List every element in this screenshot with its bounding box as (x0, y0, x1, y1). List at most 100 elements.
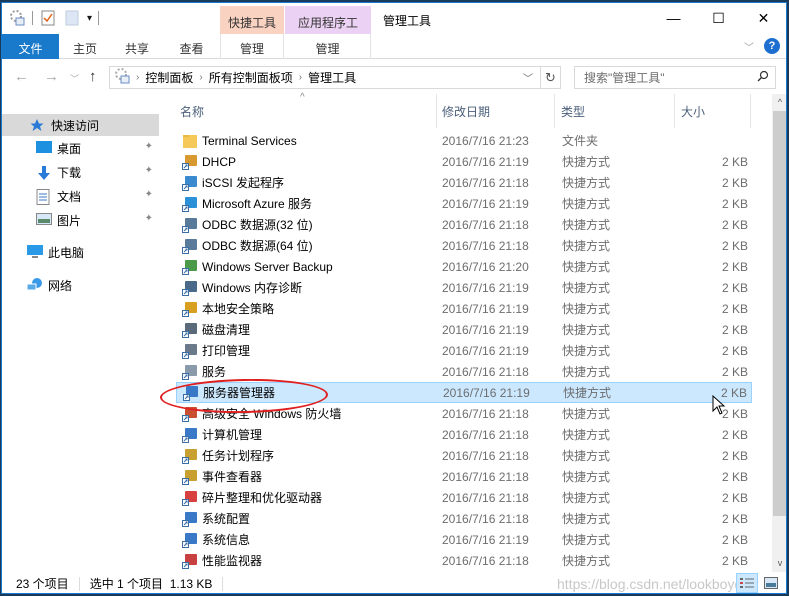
file-name: 高级安全 Windows 防火墙 (202, 407, 342, 421)
tab-view[interactable]: 查看 (163, 34, 220, 59)
file-size: 2 KB (721, 322, 748, 337)
breadcrumb-item[interactable]: 控制面板 (145, 69, 193, 86)
toolbar-divider (32, 11, 33, 25)
scroll-down-button[interactable]: v (772, 555, 786, 572)
large-icons-view-button[interactable] (760, 573, 782, 593)
properties-icon[interactable] (39, 9, 57, 27)
sidebar-item-network[interactable]: 网络 (2, 274, 159, 296)
details-view-button[interactable] (736, 573, 758, 593)
file-row[interactable]: Windows 内存诊断 2016/7/16 21:19 快捷方式 2 KB (176, 277, 752, 298)
search-input[interactable]: 搜索"管理工具" (574, 66, 776, 89)
scroll-thumb[interactable] (773, 111, 786, 516)
column-header-date[interactable]: 修改日期 (437, 94, 555, 128)
scroll-up-button[interactable]: ^ (772, 94, 786, 111)
tab-manage-shortcut[interactable]: 管理 (220, 34, 284, 59)
pin-icon[interactable]: ✦ (145, 141, 153, 152)
sidebar-item-desktop[interactable]: 桌面 ✦ (2, 137, 159, 159)
expand-ribbon-icon[interactable]: ﹀ (744, 39, 754, 54)
file-row[interactable]: 高级安全 Windows 防火墙 2016/7/16 21:18 快捷方式 2 KB (176, 403, 752, 424)
file-size: 2 KB (721, 196, 748, 211)
breadcrumb-item[interactable]: 所有控制面板项 (209, 69, 293, 86)
file-row[interactable]: ODBC 数据源(64 位) 2016/7/16 21:18 快捷方式 2 KB (176, 235, 752, 256)
file-list: 名称 ^ 修改日期 类型 大小 Terminal Services 2016/7/… (160, 92, 772, 572)
file-size: 2 KB (721, 427, 748, 442)
azure-icon (182, 196, 198, 212)
close-button[interactable]: ✕ (741, 3, 786, 33)
file-row[interactable]: 碎片整理和优化驱动器 2016/7/16 21:18 快捷方式 2 KB (176, 487, 752, 508)
file-row[interactable]: iSCSI 发起程序 2016/7/16 21:18 快捷方式 2 KB (176, 172, 752, 193)
sidebar-item-downloads[interactable]: 下载 ✦ (2, 161, 159, 183)
forward-button[interactable]: → (44, 68, 59, 85)
file-name: 磁盘清理 (202, 323, 251, 337)
file-row[interactable]: Microsoft Azure 服务 2016/7/16 21:19 快捷方式 2 K… (176, 193, 752, 214)
file-row[interactable]: ODBC 数据源(32 位) 2016/7/16 21:18 快捷方式 2 KB (176, 214, 752, 235)
help-icon[interactable]: ? (764, 38, 780, 54)
search-icon[interactable] (757, 70, 769, 85)
sidebar-item-documents[interactable]: 文档 ✦ (2, 185, 159, 207)
vertical-scrollbar[interactable]: ^ v (772, 94, 786, 572)
status-divider (222, 576, 224, 591)
file-row[interactable]: 服务 2016/7/16 21:18 快捷方式 2 KB (176, 361, 752, 382)
file-name: 系统信息 (202, 533, 251, 547)
file-type: 文件夹 (562, 134, 599, 148)
file-row[interactable]: 性能监视器 2016/7/16 21:18 快捷方式 2 KB (176, 550, 752, 571)
file-row[interactable]: Windows Server Backup 2016/7/16 21:20 快捷方式… (176, 256, 752, 277)
column-header-size[interactable]: 大小 (675, 94, 751, 128)
file-row[interactable]: 系统配置 2016/7/16 21:18 快捷方式 2 KB (176, 508, 752, 529)
new-folder-icon[interactable] (63, 9, 81, 27)
file-row[interactable]: 系统信息 2016/7/16 21:19 快捷方式 2 KB (176, 529, 752, 550)
tab-home[interactable]: 主页 (59, 34, 111, 59)
file-row[interactable]: 计算机管理 2016/7/16 21:18 快捷方式 2 KB (176, 424, 752, 445)
pin-icon[interactable]: ✦ (145, 189, 153, 200)
file-date: 2016/7/16 21:18 (442, 406, 529, 421)
file-name: 任务计划程序 (202, 449, 275, 463)
tab-share[interactable]: 共享 (111, 34, 163, 59)
breadcrumb-item[interactable]: 管理工具 (308, 69, 356, 86)
customize-toolbar-icon[interactable]: ▾ (87, 13, 92, 24)
maximize-button[interactable]: ☐ (696, 3, 741, 33)
file-name: 本地安全策略 (202, 302, 275, 316)
file-row[interactable]: 任务计划程序 2016/7/16 21:18 快捷方式 2 KB (176, 445, 752, 466)
back-button[interactable]: ← (14, 68, 29, 85)
admin-tools-icon[interactable] (8, 9, 26, 27)
tab-manage-app[interactable]: 管理 (285, 34, 371, 59)
control-panel-icon (114, 68, 130, 87)
file-date: 2016/7/16 21:20 (442, 259, 529, 274)
file-row[interactable]: 事件查看器 2016/7/16 21:18 快捷方式 2 KB (176, 466, 752, 487)
file-row[interactable]: 服务器管理器 2016/7/16 21:19 快捷方式 2 KB (176, 382, 752, 403)
sidebar-item-this-pc[interactable]: 此电脑 (2, 241, 159, 263)
file-date: 2016/7/16 21:18 (442, 448, 529, 463)
recent-locations-button[interactable]: ﹀ (70, 72, 79, 85)
sidebar-item-quick-access[interactable]: 快速访问 (2, 114, 159, 136)
file-date: 2016/7/16 21:18 (442, 217, 529, 232)
chevron-right-icon: › (136, 72, 140, 83)
pin-icon[interactable]: ✦ (145, 165, 153, 176)
tab-file[interactable]: 文件 (2, 34, 59, 59)
up-button[interactable]: ↑ (89, 68, 97, 85)
file-row[interactable]: Terminal Services 2016/7/16 21:23 文件夹 (176, 130, 752, 151)
file-row[interactable]: 磁盘清理 2016/7/16 21:19 快捷方式 2 KB (176, 319, 752, 340)
minimize-button[interactable]: — (651, 3, 696, 33)
file-name: 碎片整理和优化驱动器 (202, 491, 323, 505)
pin-icon[interactable]: ✦ (145, 213, 153, 224)
msconfig-icon (182, 511, 198, 527)
file-date: 2016/7/16 21:18 (442, 175, 529, 190)
address-bar[interactable]: › 控制面板 › 所有控制面板项 › 管理工具 ﹀ ↻ (109, 66, 561, 89)
file-row[interactable]: 打印管理 2016/7/16 21:19 快捷方式 2 KB (176, 340, 752, 361)
file-type: 快捷方式 (562, 302, 611, 316)
computer-icon (27, 245, 43, 259)
sidebar-item-pictures[interactable]: 图片 ✦ (2, 209, 159, 231)
refresh-button[interactable]: ↻ (540, 67, 560, 88)
file-name: Windows 内存诊断 (202, 281, 303, 295)
computer-mgmt-icon (182, 427, 198, 443)
file-date: 2016/7/16 21:23 (442, 133, 529, 148)
file-row[interactable]: DHCP 2016/7/16 21:19 快捷方式 2 KB (176, 151, 752, 172)
column-header-type[interactable]: 类型 (555, 94, 675, 128)
desktop-icon (36, 141, 52, 155)
column-header-name[interactable]: 名称 ^ (160, 92, 437, 128)
watermark: https://blog.csdn.net/lookboydfor (557, 576, 759, 592)
sidebar-item-label: 文档 (57, 189, 82, 204)
address-dropdown-icon[interactable]: ﹀ (516, 70, 540, 85)
file-type: 快捷方式 (562, 176, 611, 190)
file-row[interactable]: 本地安全策略 2016/7/16 21:19 快捷方式 2 KB (176, 298, 752, 319)
